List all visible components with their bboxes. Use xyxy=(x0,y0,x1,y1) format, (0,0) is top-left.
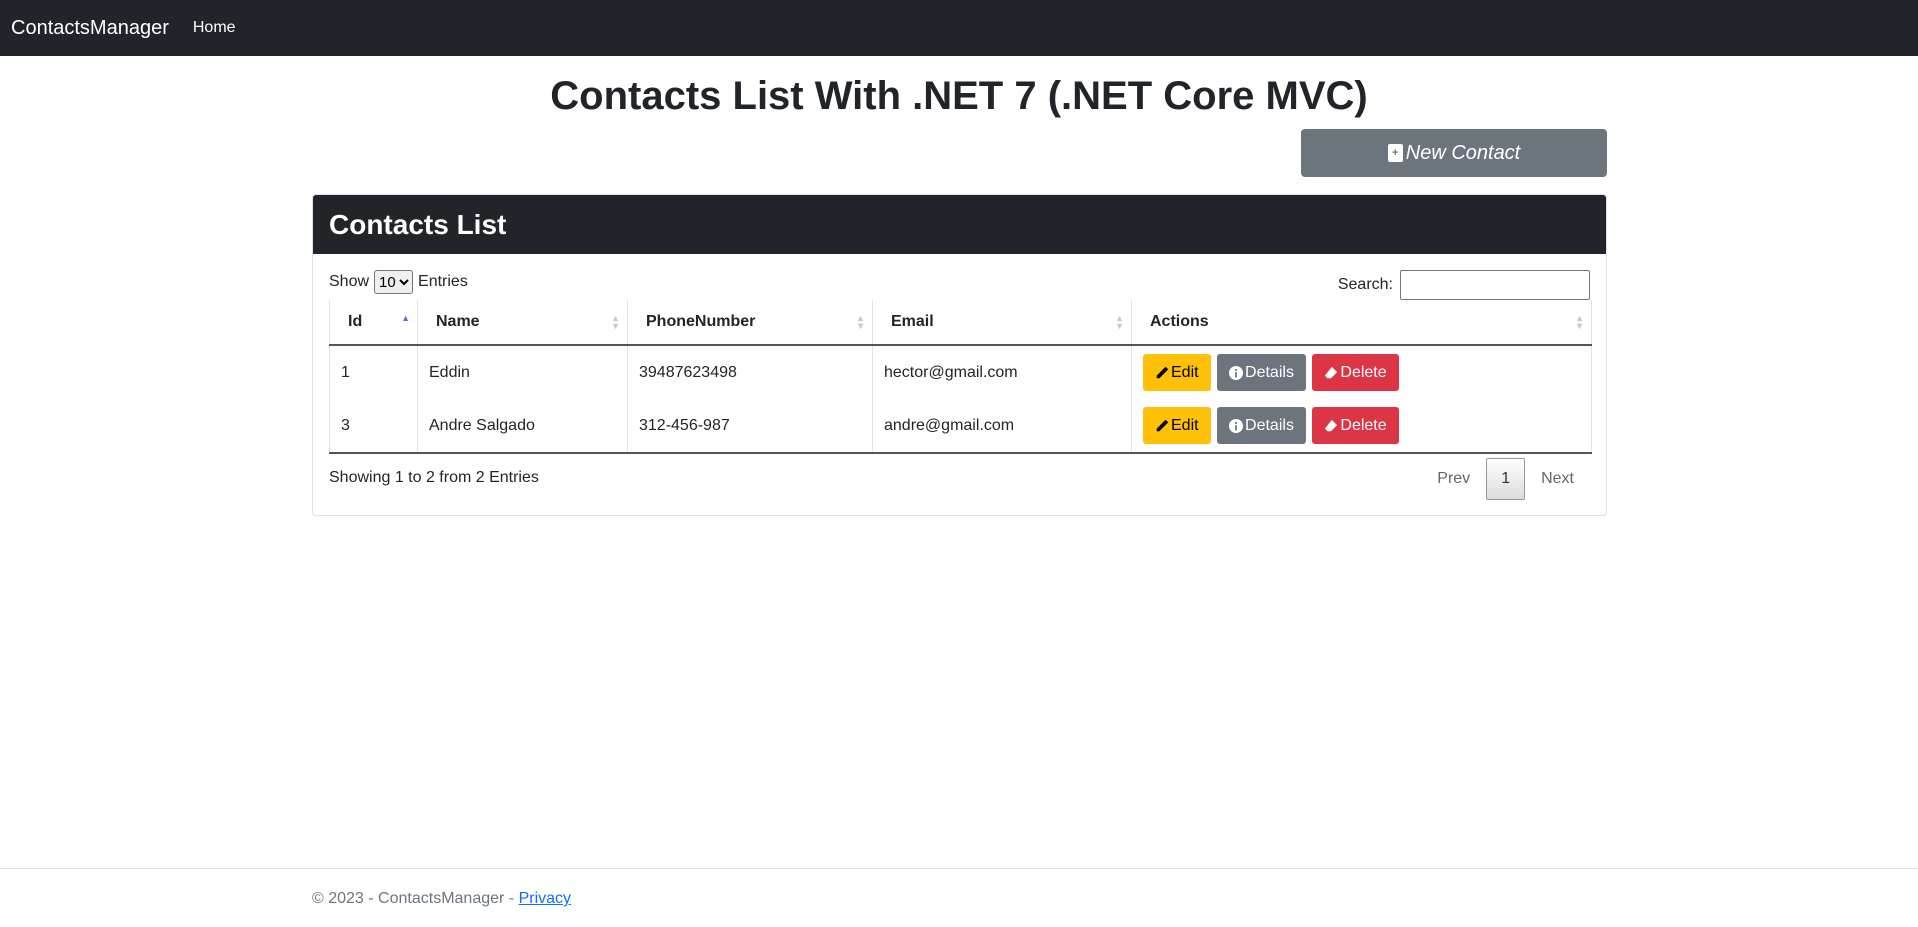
navbar: ContactsManager Home xyxy=(0,0,1918,56)
cell-actions: Edit Details Delete xyxy=(1131,345,1592,399)
cell-phone: 312-456-987 xyxy=(627,399,873,454)
entries-select[interactable]: 10 xyxy=(374,270,414,294)
cell-id: 3 xyxy=(329,399,418,454)
edit-button[interactable]: Edit xyxy=(1143,354,1211,391)
page-length-control: Show 10 Entries xyxy=(329,270,468,294)
pagination: Prev 1 Next xyxy=(1421,458,1590,500)
column-header-actions[interactable]: Actions ▲ ▼ xyxy=(1131,300,1592,346)
contacts-table: Id ▲ Name ▲ ▼ PhoneNumber ▲ ▼ Email ▲ ▼ Act… xyxy=(329,300,1592,454)
sort-icon: ▲ ▼ xyxy=(856,313,865,331)
column-header-name[interactable]: Name ▲ ▼ xyxy=(417,300,628,346)
info-icon xyxy=(1229,418,1244,433)
sort-icon: ▲ ▼ xyxy=(1115,313,1124,331)
cell-email: hector@gmail.com xyxy=(872,345,1132,399)
page-1-button[interactable]: 1 xyxy=(1486,458,1526,500)
brand-link[interactable]: ContactsManager xyxy=(11,17,169,40)
table-info: Showing 1 to 2 from 2 Entries xyxy=(329,469,539,486)
column-header-email[interactable]: Email ▲ ▼ xyxy=(872,300,1132,346)
cell-email: andre@gmail.com xyxy=(872,399,1132,454)
search-label: Search: xyxy=(1337,276,1393,293)
footer xyxy=(0,868,1918,927)
delete-label: Delete xyxy=(1340,363,1387,381)
cell-phone: 39487623498 xyxy=(627,345,873,399)
eraser-icon xyxy=(1325,366,1338,378)
new-contact-label: New Contact xyxy=(1405,141,1521,164)
nav-home-link[interactable]: Home xyxy=(193,19,236,37)
info-icon xyxy=(1229,365,1244,380)
search-input[interactable] xyxy=(1400,270,1590,300)
delete-label: Delete xyxy=(1340,416,1387,434)
details-button[interactable]: Details xyxy=(1217,407,1306,444)
copyright-text: © 2023 - ContactsManager - xyxy=(312,890,519,907)
table-row: 3 Andre Salgado 312-456-987 andre@gmail.… xyxy=(329,399,1592,454)
details-button[interactable]: Details xyxy=(1217,354,1306,391)
page-title: Contacts List With .NET 7 (.NET Core MVC… xyxy=(550,74,1368,118)
card-header: Contacts List xyxy=(313,195,1606,254)
footer-text: © 2023 - ContactsManager - Privacy xyxy=(312,890,571,908)
cell-id: 1 xyxy=(329,345,418,399)
delete-button[interactable]: Delete xyxy=(1312,407,1399,444)
card-title: Contacts List xyxy=(329,208,507,240)
entries-label: Entries xyxy=(418,273,468,290)
edit-label: Edit xyxy=(1171,416,1199,434)
column-header-id[interactable]: Id ▲ xyxy=(329,300,418,346)
sort-icon: ▲ ▼ xyxy=(1575,313,1584,331)
cell-actions: Edit Details Delete xyxy=(1131,399,1592,454)
cell-name: Eddin xyxy=(417,345,628,399)
table-header-row: Id ▲ Name ▲ ▼ PhoneNumber ▲ ▼ Email ▲ ▼ Act… xyxy=(329,300,1592,346)
contacts-card: Contacts List Show 10 Entries Search: Id… xyxy=(312,194,1607,516)
cell-name: Andre Salgado xyxy=(417,399,628,454)
pencil-icon xyxy=(1156,366,1169,378)
edit-label: Edit xyxy=(1171,363,1199,381)
column-label: Email xyxy=(891,313,934,330)
prev-page-button[interactable]: Prev xyxy=(1421,458,1486,500)
next-page-button[interactable]: Next xyxy=(1525,458,1590,500)
delete-button[interactable]: Delete xyxy=(1312,354,1399,391)
column-header-phone[interactable]: PhoneNumber ▲ ▼ xyxy=(627,300,873,346)
sort-icon: ▲ xyxy=(401,313,410,323)
search-control: Search: xyxy=(1338,270,1590,300)
sort-icon: ▲ ▼ xyxy=(611,313,620,331)
pencil-icon xyxy=(1156,419,1169,431)
edit-button[interactable]: Edit xyxy=(1143,407,1211,444)
privacy-link[interactable]: Privacy xyxy=(519,890,571,907)
plus-icon: + xyxy=(1387,144,1403,162)
column-label: Actions xyxy=(1150,313,1209,330)
column-label: Name xyxy=(436,313,480,330)
details-label: Details xyxy=(1245,363,1294,381)
column-label: Id xyxy=(348,313,363,330)
table-row: 1 Eddin 39487623498 hector@gmail.com Edi… xyxy=(329,345,1592,399)
show-label: Show xyxy=(329,273,370,290)
eraser-icon xyxy=(1325,419,1338,431)
details-label: Details xyxy=(1245,416,1294,434)
new-contact-button[interactable]: + New Contact xyxy=(1301,129,1607,177)
column-label: PhoneNumber xyxy=(646,313,756,330)
